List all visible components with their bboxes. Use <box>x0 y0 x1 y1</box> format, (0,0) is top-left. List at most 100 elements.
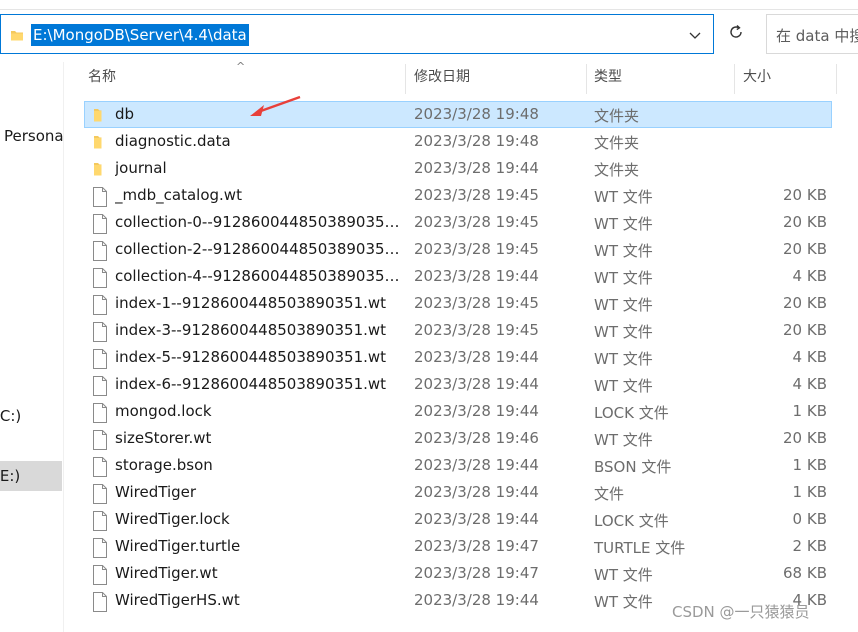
column-separator[interactable] <box>586 64 587 94</box>
file-row[interactable]: WiredTiger.lock 2023/3/28 19:44 LOCK 文件 0 K… <box>84 506 832 533</box>
file-date: 2023/3/28 19:46 <box>414 429 539 447</box>
file-icon <box>92 268 108 288</box>
file-size: 20 KB <box>783 213 827 231</box>
file-name: journal <box>115 159 167 177</box>
folder-icon <box>92 106 108 124</box>
nav-item-drive-c[interactable]: (C:) <box>0 407 21 425</box>
file-type: WT 文件 <box>594 269 653 287</box>
chevron-down-icon[interactable] <box>687 27 703 47</box>
refresh-button[interactable] <box>718 14 754 54</box>
file-row[interactable]: mongod.lock 2023/3/28 19:44 LOCK 文件 1 KB <box>84 398 832 425</box>
file-date: 2023/3/28 19:48 <box>414 132 539 150</box>
file-row[interactable]: index-6--9128600448503890351.wt 2023/3/28… <box>84 371 832 398</box>
file-icon <box>92 403 108 423</box>
file-size: 4 KB <box>792 267 827 285</box>
file-type: WT 文件 <box>594 593 653 611</box>
file-type: WT 文件 <box>594 431 653 449</box>
file-size: 20 KB <box>783 294 827 312</box>
file-date: 2023/3/28 19:44 <box>414 510 539 528</box>
navigation-pane: Persona (C:) (E:) <box>0 62 64 632</box>
column-header-date[interactable]: 修改日期 <box>414 62 470 94</box>
file-name: _mdb_catalog.wt <box>115 186 242 204</box>
folder-icon <box>92 133 108 151</box>
file-row[interactable]: journal 2023/3/28 19:44 文件夹 <box>84 155 832 182</box>
file-name: WiredTiger.wt <box>115 564 218 582</box>
file-date: 2023/3/28 19:44 <box>414 456 539 474</box>
file-date: 2023/3/28 19:45 <box>414 213 539 231</box>
file-date: 2023/3/28 19:48 <box>414 105 539 123</box>
file-row[interactable]: collection-2--9128600448503890351.wt 2023… <box>84 236 832 263</box>
folder-icon <box>10 28 24 46</box>
file-size: 0 KB <box>792 510 827 528</box>
file-row[interactable]: db 2023/3/28 19:48 文件夹 <box>84 101 832 128</box>
file-row[interactable]: index-1--9128600448503890351.wt 2023/3/28… <box>84 290 832 317</box>
file-icon <box>92 295 108 315</box>
search-placeholder[interactable]: 在 data 中搜 <box>776 25 858 46</box>
file-name: index-3--9128600448503890351.wt <box>115 321 387 339</box>
file-row[interactable]: index-3--9128600448503890351.wt 2023/3/28… <box>84 317 832 344</box>
file-icon <box>92 430 108 450</box>
column-header-size[interactable]: 大小 <box>743 62 771 94</box>
column-separator[interactable] <box>836 64 837 94</box>
column-separator[interactable] <box>734 64 735 94</box>
address-path[interactable]: E:\MongoDB\Server\4.4\data <box>31 24 249 46</box>
file-date: 2023/3/28 19:44 <box>414 375 539 393</box>
file-type: WT 文件 <box>594 242 653 260</box>
file-date: 2023/3/28 19:45 <box>414 186 539 204</box>
file-type: WT 文件 <box>594 215 653 233</box>
column-separator[interactable] <box>405 64 406 94</box>
file-icon <box>92 484 108 504</box>
file-name: WiredTiger.lock <box>115 510 230 528</box>
file-name: WiredTigerHS.wt <box>115 591 240 609</box>
file-icon <box>92 565 108 585</box>
file-type: BSON 文件 <box>594 458 672 476</box>
sort-ascending-icon: ^ <box>236 60 246 73</box>
file-date: 2023/3/28 19:44 <box>414 483 539 501</box>
file-icon <box>92 538 108 558</box>
folder-icon <box>92 160 108 178</box>
file-icon <box>92 241 108 261</box>
file-date: 2023/3/28 19:45 <box>414 294 539 312</box>
file-size: 1 KB <box>792 483 827 501</box>
file-name: WiredTiger.turtle <box>115 537 241 555</box>
file-name: WiredTiger <box>115 483 197 501</box>
file-date: 2023/3/28 19:47 <box>414 564 539 582</box>
file-row[interactable]: WiredTiger.turtle 2023/3/28 19:47 TURTLE 文… <box>84 533 832 560</box>
column-header-type[interactable]: 类型 <box>594 62 622 94</box>
file-name: diagnostic.data <box>115 132 231 150</box>
file-name: index-1--9128600448503890351.wt <box>115 294 387 312</box>
file-icon <box>92 349 108 369</box>
file-row[interactable]: WiredTiger.wt 2023/3/28 19:47 WT 文件 68 KB <box>84 560 832 587</box>
file-row[interactable]: diagnostic.data 2023/3/28 19:48 文件夹 <box>84 128 832 155</box>
file-size: 1 KB <box>792 402 827 420</box>
file-icon <box>92 376 108 396</box>
file-date: 2023/3/28 19:47 <box>414 537 539 555</box>
file-size: 2 KB <box>792 537 827 555</box>
file-type: WT 文件 <box>594 350 653 368</box>
file-row[interactable]: collection-4--9128600448503890351.wt 2023… <box>84 263 832 290</box>
file-size: 4 KB <box>792 375 827 393</box>
file-row[interactable]: sizeStorer.wt 2023/3/28 19:46 WT 文件 20 KB <box>84 425 832 452</box>
file-size: 20 KB <box>783 186 827 204</box>
window-edge <box>0 9 858 10</box>
file-size: 4 KB <box>792 348 827 366</box>
file-type: WT 文件 <box>594 323 653 341</box>
file-name: collection-4--9128600448503890351.wt <box>115 267 405 285</box>
file-date: 2023/3/28 19:44 <box>414 402 539 420</box>
refresh-icon <box>727 23 745 45</box>
address-bar[interactable]: E:\MongoDB\Server\4.4\data <box>0 14 714 54</box>
file-row[interactable]: storage.bson 2023/3/28 19:44 BSON 文件 1 KB <box>84 452 832 479</box>
file-row[interactable]: collection-0--9128600448503890351.wt 2023… <box>84 209 832 236</box>
column-header-name[interactable]: 名称 <box>88 62 116 94</box>
file-row[interactable]: WiredTiger 2023/3/28 19:44 文件 1 KB <box>84 479 832 506</box>
address-toolbar: E:\MongoDB\Server\4.4\data 在 data 中搜 <box>0 0 858 62</box>
file-row[interactable]: _mdb_catalog.wt 2023/3/28 19:45 WT 文件 20 KB <box>84 182 832 209</box>
file-row[interactable]: index-5--9128600448503890351.wt 2023/3/28… <box>84 344 832 371</box>
file-type: WT 文件 <box>594 188 653 206</box>
nav-item-drive-e-label: (E:) <box>0 467 21 485</box>
search-box[interactable]: 在 data 中搜 <box>766 14 858 54</box>
nav-item-personal[interactable]: Persona <box>4 127 64 145</box>
file-name: collection-2--9128600448503890351.wt <box>115 240 405 258</box>
nav-item-drive-e[interactable]: (E:) <box>0 461 62 491</box>
file-type: WT 文件 <box>594 566 653 584</box>
